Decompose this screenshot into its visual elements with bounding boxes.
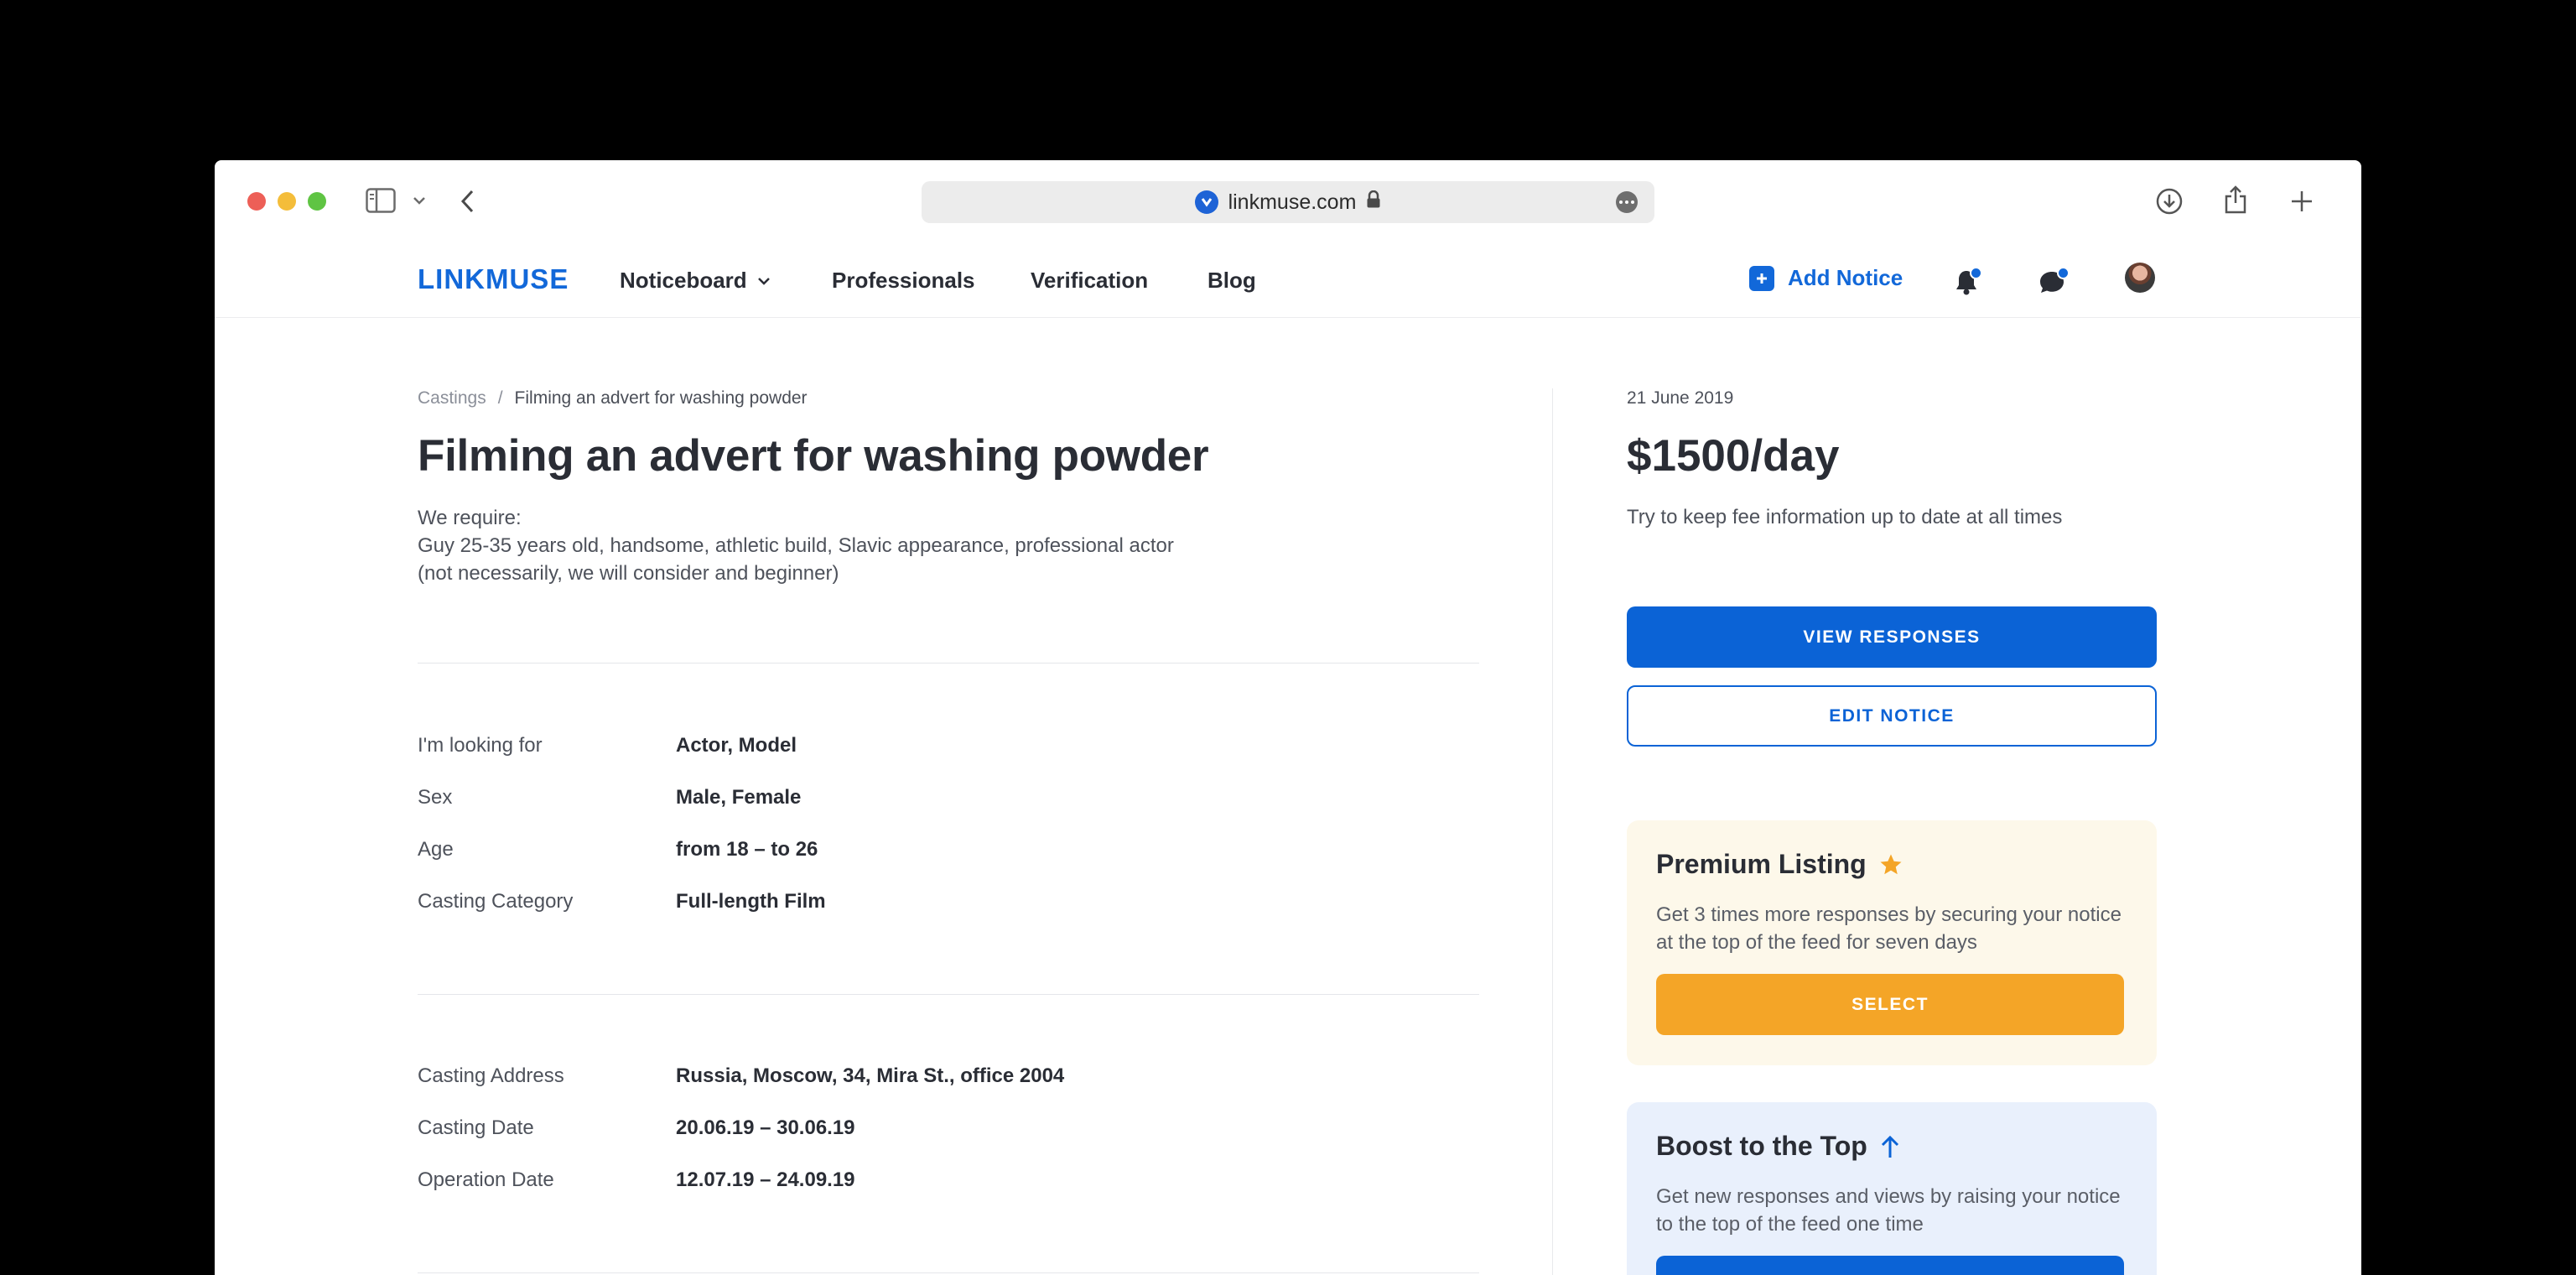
unread-dot <box>1970 267 1982 279</box>
boost-heading: Boost to the Top <box>1656 1131 1901 1162</box>
page-title: Filming an advert for washing powder <box>418 431 1209 481</box>
boost-to-top-card: Boost to the Top Get new responses and v… <box>1627 1102 2157 1275</box>
site-favicon-icon <box>1194 190 1218 214</box>
back-arrow-icon[interactable] <box>458 188 476 215</box>
notice-price: $1500/day <box>1627 431 1840 481</box>
detail-label: Sex <box>418 786 453 809</box>
notifications-bell-icon[interactable] <box>1951 267 1982 297</box>
add-notice-label: Add Notice <box>1788 265 1903 290</box>
detail-label: Operation Date <box>418 1168 554 1191</box>
plus-icon <box>1749 265 1774 291</box>
download-icon[interactable] <box>2155 187 2184 216</box>
sidebar-toggle-icon[interactable] <box>366 188 396 213</box>
browser-toolbar: linkmuse.com <box>215 160 2361 248</box>
detail-value: Full-length Film <box>676 890 826 913</box>
minimize-window-button[interactable] <box>278 192 296 211</box>
arrow-up-icon <box>1881 1135 1898 1158</box>
premium-listing-title: Premium Listing <box>1656 849 1867 879</box>
premium-listing-text: Get 3 times more responses by securing y… <box>1656 903 2122 954</box>
column-divider <box>1552 388 1553 1275</box>
requirements-line: Guy 25-35 years old, handsome, athletic … <box>418 534 1174 557</box>
breadcrumb-separator: / <box>497 388 503 408</box>
boost-text: Get new responses and views by raising y… <box>1656 1185 2121 1236</box>
requirements-heading: We require: <box>418 507 522 529</box>
divider <box>418 663 1479 664</box>
premium-listing-heading: Premium Listing <box>1656 849 1903 880</box>
chevron-down-icon <box>757 277 770 285</box>
browser-window: linkmuse.com LINKMUSE Noticeboard Profes… <box>215 160 2361 1275</box>
breadcrumb: Castings / Filming an advert for washing p… <box>418 388 808 409</box>
user-avatar[interactable] <box>2125 263 2155 293</box>
nav-verification[interactable]: Verification <box>1031 268 1148 294</box>
address-bar[interactable]: linkmuse.com <box>922 181 1654 223</box>
breadcrumb-current: Filming an advert for washing powder <box>514 388 808 408</box>
divider <box>418 994 1479 995</box>
page-options-icon[interactable] <box>1616 191 1638 213</box>
site-logo[interactable]: LINKMUSE <box>418 263 569 295</box>
star-icon <box>1880 854 1902 874</box>
boost-title: Boost to the Top <box>1656 1131 1867 1161</box>
add-notice-button[interactable]: Add Notice <box>1749 265 1903 291</box>
requirements-line: (not necessarily, we will consider and b… <box>418 562 839 585</box>
detail-label: Casting Date <box>418 1116 534 1139</box>
detail-value: from 18 – to 26 <box>676 838 818 861</box>
premium-listing-card: Premium Listing Get 3 times more respons… <box>1627 820 2157 1065</box>
nav-professionals[interactable]: Professionals <box>832 268 975 294</box>
zoom-window-button[interactable] <box>308 192 326 211</box>
nav-noticeboard[interactable]: Noticeboard <box>620 268 771 294</box>
breadcrumb-castings[interactable]: Castings <box>418 388 486 408</box>
detail-value: 12.07.19 – 24.09.19 <box>676 1168 855 1191</box>
notice-requirements: We require: Guy 25-35 years old, handsom… <box>418 504 1174 587</box>
site-header: LINKMUSE Noticeboard Professionals Verif… <box>215 248 2361 318</box>
detail-label: Casting Address <box>418 1064 564 1087</box>
url-text: linkmuse.com <box>1228 190 1357 214</box>
select-premium-button[interactable]: SELECT <box>1656 974 2124 1035</box>
lock-icon <box>1366 190 1381 215</box>
fee-hint: Try to keep fee information up to date a… <box>1627 506 2063 528</box>
chevron-down-icon[interactable] <box>411 192 428 209</box>
nav-blog[interactable]: Blog <box>1208 268 1256 294</box>
unread-dot <box>2057 267 2070 279</box>
detail-value: Male, Female <box>676 786 802 809</box>
notice-date: 21 June 2019 <box>1627 388 1734 408</box>
close-window-button[interactable] <box>247 192 266 211</box>
edit-notice-button[interactable]: EDIT NOTICE <box>1627 685 2157 747</box>
nav-noticeboard-label: Noticeboard <box>620 268 747 293</box>
detail-label: I'm looking for <box>418 734 543 757</box>
new-tab-icon[interactable] <box>2289 189 2314 214</box>
detail-label: Casting Category <box>418 890 574 913</box>
messages-chat-icon[interactable] <box>2036 267 2070 297</box>
detail-value: Actor, Model <box>676 734 797 757</box>
boost-button[interactable] <box>1656 1256 2124 1275</box>
share-icon[interactable] <box>2222 184 2249 216</box>
divider <box>418 1272 1479 1273</box>
detail-value: Russia, Moscow, 34, Mira St., office 200… <box>676 1064 1065 1087</box>
detail-value: 20.06.19 – 30.06.19 <box>676 1116 855 1139</box>
detail-label: Age <box>418 838 454 861</box>
view-responses-button[interactable]: VIEW RESPONSES <box>1627 606 2157 668</box>
